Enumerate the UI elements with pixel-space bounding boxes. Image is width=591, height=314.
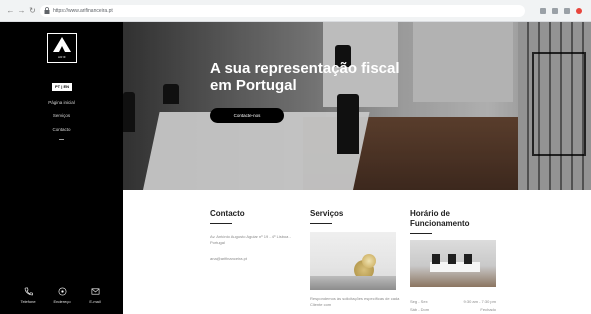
sidebar-item-home[interactable]: Página inicial [0, 100, 123, 105]
browser-toolbar: ← → ↻ https://www.arifinanceira.pt [0, 0, 591, 22]
language-switcher[interactable]: PT | EN [52, 83, 72, 91]
divider [410, 233, 432, 234]
sidebar-item-services[interactable]: Serviços [0, 113, 123, 118]
extension-icon[interactable] [540, 8, 546, 14]
url-text[interactable]: https://www.arifinanceira.pt [53, 7, 113, 15]
email-link[interactable]: E-mail [80, 287, 110, 304]
reload-icon[interactable]: ↻ [28, 6, 37, 15]
hours-day: Sáb - Dom [410, 307, 430, 312]
hours-time: 9:30 am - 7:30 pm [463, 299, 496, 304]
logo-mark-icon [53, 37, 71, 52]
arrow-left-icon[interactable]: ← [6, 6, 15, 15]
divider [210, 223, 232, 224]
sidebar-item-contact[interactable]: Contacto [0, 127, 123, 132]
contact-address: Av. António Augusto Aguiar nº 19 - 4º Li… [210, 234, 291, 245]
arrow-right-icon[interactable]: → [17, 6, 26, 15]
hero-banner: A sua representação fiscal em Portugal C… [123, 22, 591, 190]
hero-overlay [123, 22, 591, 190]
chair-image [464, 254, 472, 264]
coin-image [362, 254, 376, 268]
services-image [310, 232, 396, 290]
profile-avatar-icon[interactable] [576, 8, 582, 14]
hours-title: Horário de Funcionamento [410, 209, 470, 228]
extension-icon[interactable] [552, 8, 558, 14]
hours-time: Fechado [480, 307, 496, 312]
active-indicator [59, 139, 64, 140]
phone-icon [24, 287, 33, 296]
hero-title: A sua representação fiscal em Portugal [210, 60, 400, 94]
phone-label: Telefone [20, 299, 36, 304]
phone-link[interactable]: Telefone [13, 287, 43, 304]
divider [310, 223, 332, 224]
services-image-base [310, 276, 396, 290]
address-label: Endereço [53, 299, 71, 304]
hours-section: Horário de Funcionamento [410, 209, 500, 234]
contact-title: Contacto [210, 209, 245, 218]
lock-icon [44, 7, 50, 14]
menu-icon[interactable] [564, 8, 570, 14]
logo[interactable]: ARIF [47, 33, 77, 63]
hours-image [410, 240, 496, 287]
services-title: Serviços [310, 209, 344, 218]
mail-icon [91, 288, 99, 295]
location-pin-icon [58, 287, 66, 296]
contact-section: Contacto [210, 209, 245, 224]
contact-us-button[interactable]: Contacte-nos [210, 108, 284, 123]
chair-image [448, 254, 456, 264]
services-description: Respondemos às solicitações específicas … [310, 296, 400, 307]
sidebar: ARIF PT | EN Página inicial Serviços Con… [0, 22, 123, 314]
services-section: Serviços [310, 209, 343, 224]
contact-email[interactable]: ana@arifinanceira.pt [210, 256, 247, 262]
hours-day: Seg - Sex [410, 299, 428, 304]
email-label: E-mail [89, 299, 101, 304]
logo-text: ARIF [57, 55, 67, 59]
chair-image [432, 254, 440, 264]
address-link[interactable]: Endereço [47, 287, 77, 304]
